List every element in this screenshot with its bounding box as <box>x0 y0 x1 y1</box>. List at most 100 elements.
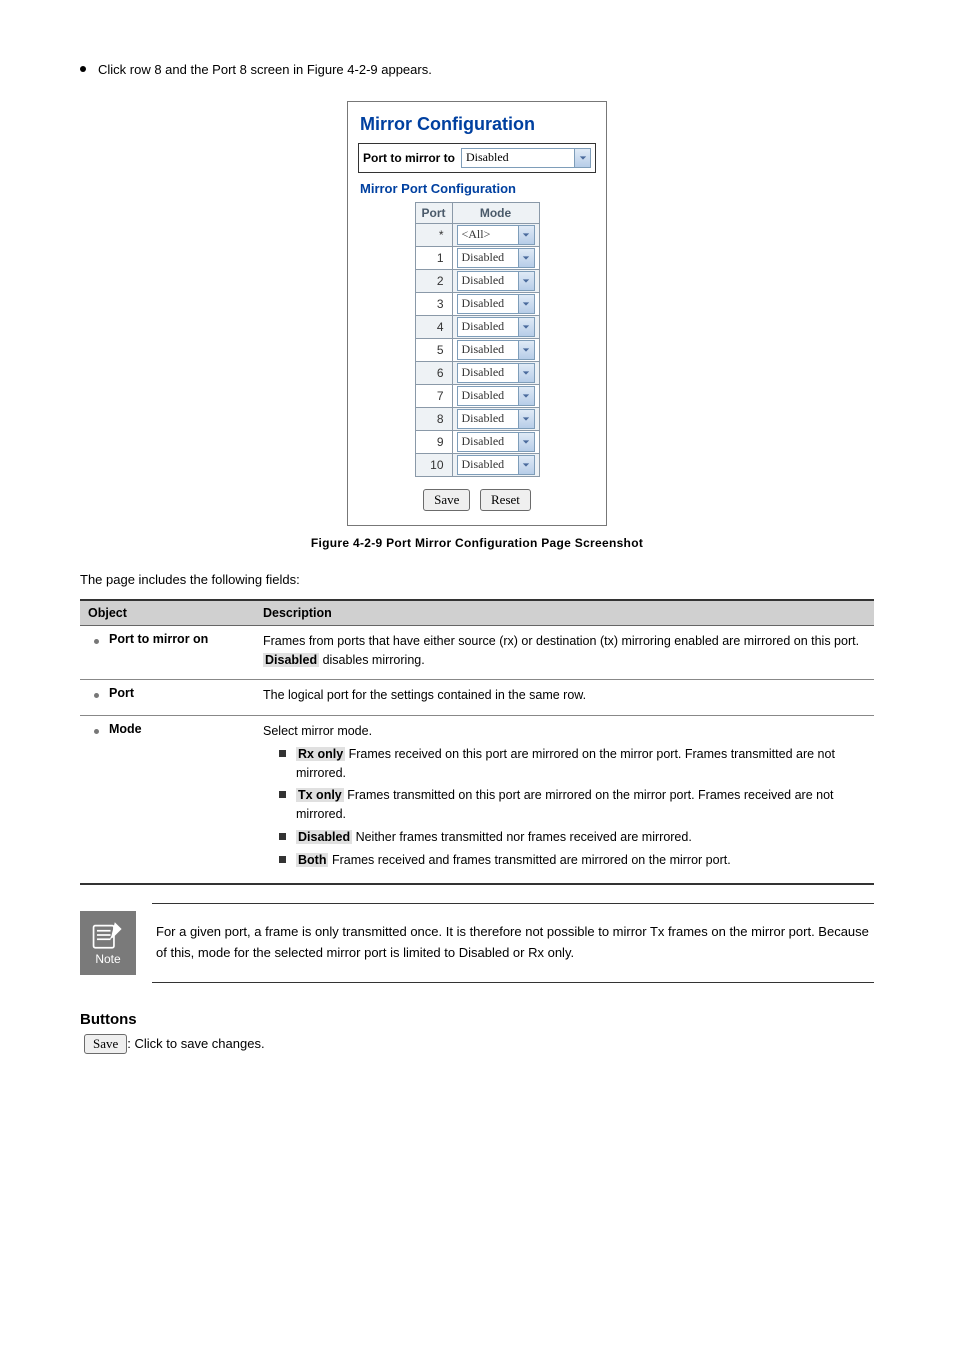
note-text: For a given port, a frame is only transm… <box>152 903 874 983</box>
reset-button[interactable]: Reset <box>480 489 531 511</box>
table-row: 6 Disabled <box>415 361 539 384</box>
port-cell: 1 <box>415 246 452 269</box>
mode-select[interactable]: Disabled <box>457 455 535 475</box>
bullet-icon <box>80 66 86 72</box>
square-bullet-icon <box>279 856 286 863</box>
mode-cell: Disabled <box>452 246 539 269</box>
mode-cell: Disabled <box>452 430 539 453</box>
mode-select[interactable]: Disabled <box>457 317 535 337</box>
mode-cell: <All> <box>452 223 539 246</box>
port-cell: 2 <box>415 269 452 292</box>
mode-select[interactable]: Disabled <box>457 386 535 406</box>
col-mode: Mode <box>452 202 539 223</box>
bullet-icon <box>94 639 99 644</box>
port-to-mirror-select[interactable]: Disabled <box>461 148 591 168</box>
save-button-sample[interactable]: Save <box>84 1034 127 1054</box>
desc-text: disables mirroring. <box>319 653 425 667</box>
square-bullet-icon <box>279 791 286 798</box>
port-cell: * <box>415 223 452 246</box>
mode-select[interactable]: Disabled <box>457 363 535 383</box>
mode-cell: Disabled <box>452 338 539 361</box>
port-to-mirror-row: Port to mirror to Disabled <box>358 143 596 173</box>
header-object: Object <box>80 600 255 626</box>
port-cell: 4 <box>415 315 452 338</box>
desc-text: The logical port for the settings contai… <box>263 688 586 702</box>
lead-text: The page includes the following fields: <box>80 572 874 587</box>
keyword: Disabled <box>263 653 319 667</box>
port-cell: 6 <box>415 361 452 384</box>
mode-select[interactable]: Disabled <box>457 409 535 429</box>
table-row: * <All> <box>415 223 539 246</box>
figure-caption: Figure 4-2-9 Port Mirror Configuration P… <box>80 536 874 550</box>
desc-text: Neither frames transmitted nor frames re… <box>352 830 692 844</box>
table-row: 2 Disabled <box>415 269 539 292</box>
table-row: Port to mirror on Frames from ports that… <box>80 625 874 680</box>
panel-subtitle: Mirror Port Configuration <box>360 181 596 196</box>
table-row: Port The logical port for the settings c… <box>80 680 874 716</box>
button-row: Save Reset <box>358 489 596 511</box>
mode-select[interactable]: Disabled <box>457 340 535 360</box>
table-row: 9 Disabled <box>415 430 539 453</box>
chevron-down-icon <box>574 149 590 167</box>
col-port: Port <box>415 202 452 223</box>
note-label: Note <box>95 952 120 966</box>
mode-select[interactable]: Disabled <box>457 294 535 314</box>
table-row: 7 Disabled <box>415 384 539 407</box>
chevron-down-icon <box>518 318 534 336</box>
port-cell: 10 <box>415 453 452 476</box>
desc-text: Frames received on this port are mirrore… <box>296 747 835 780</box>
mode-cell: Disabled <box>452 269 539 292</box>
panel-title: Mirror Configuration <box>360 114 596 135</box>
button-description: Save: Click to save changes. <box>84 1034 874 1054</box>
mode-value: Disabled <box>462 342 505 357</box>
bullet-icon <box>94 729 99 734</box>
port-cell: 9 <box>415 430 452 453</box>
mode-value: Disabled <box>462 365 505 380</box>
keyword: Tx only <box>296 788 344 802</box>
table-row: 10 Disabled <box>415 453 539 476</box>
note-block: Note For a given port, a frame is only t… <box>80 903 874 983</box>
desc-text: Select mirror mode. <box>263 722 866 741</box>
object-label: Port <box>109 686 134 700</box>
mode-select[interactable]: Disabled <box>457 271 535 291</box>
mode-value: Disabled <box>462 388 505 403</box>
list-item: Disabled Neither frames transmitted nor … <box>279 828 866 847</box>
port-cell: 3 <box>415 292 452 315</box>
list-item: Tx only Frames transmitted on this port … <box>279 786 866 824</box>
table-row: Mode Select mirror mode. Rx only Frames … <box>80 716 874 885</box>
chevron-down-icon <box>518 226 534 244</box>
mode-select[interactable]: Disabled <box>457 248 535 268</box>
chevron-down-icon <box>518 249 534 267</box>
table-row: 4 Disabled <box>415 315 539 338</box>
mode-select[interactable]: <All> <box>457 225 535 245</box>
port-cell: 7 <box>415 384 452 407</box>
header-description: Description <box>255 600 874 626</box>
mode-value: Disabled <box>462 457 505 472</box>
table-row: 5 Disabled <box>415 338 539 361</box>
mode-cell: Disabled <box>452 315 539 338</box>
chevron-down-icon <box>518 295 534 313</box>
desc-text: Frames from ports that have either sourc… <box>263 634 859 648</box>
port-cell: 5 <box>415 338 452 361</box>
mode-value: Disabled <box>462 273 505 288</box>
mirror-port-table: Port Mode *<All>1Disabled2Disabled3Disab… <box>415 202 540 477</box>
keyword: Both <box>296 853 328 867</box>
mode-cell: Disabled <box>452 361 539 384</box>
mode-value: Disabled <box>462 250 505 265</box>
save-button[interactable]: Save <box>423 489 470 511</box>
mode-cell: Disabled <box>452 407 539 430</box>
square-bullet-icon <box>279 750 286 757</box>
mode-cell: Disabled <box>452 384 539 407</box>
mode-select[interactable]: Disabled <box>457 432 535 452</box>
intro-text: Click row 8 and the Port 8 screen in Fig… <box>98 60 432 81</box>
chevron-down-icon <box>518 410 534 428</box>
desc-text: Frames transmitted on this port are mirr… <box>296 788 834 821</box>
mode-value: Disabled <box>462 434 505 449</box>
mode-value: <All> <box>462 227 491 242</box>
port-to-mirror-label: Port to mirror to <box>363 151 461 165</box>
object-label: Mode <box>109 722 142 736</box>
mode-cell: Disabled <box>452 453 539 476</box>
chevron-down-icon <box>518 272 534 290</box>
mode-value: Disabled <box>462 319 505 334</box>
buttons-heading: Buttons <box>80 1011 874 1028</box>
